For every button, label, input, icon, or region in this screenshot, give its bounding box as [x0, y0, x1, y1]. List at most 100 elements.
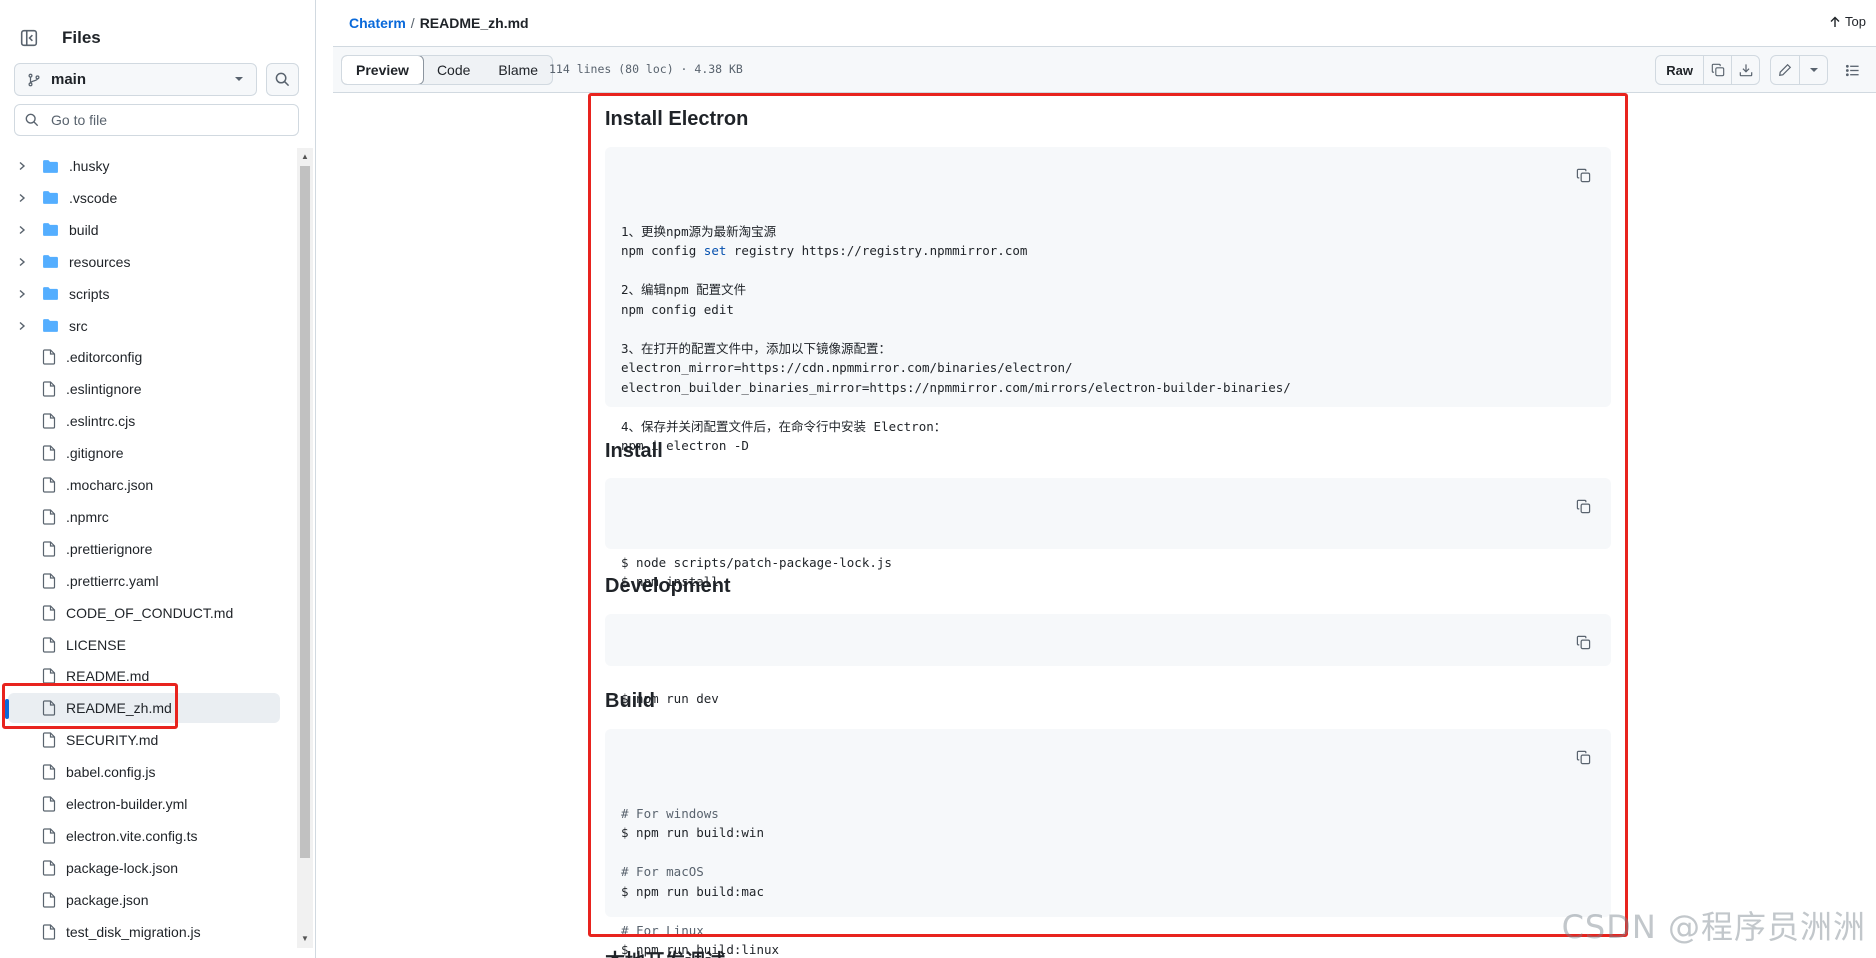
download-icon: [1739, 64, 1752, 77]
tree-file-item[interactable]: .eslintrc.cjs: [8, 406, 280, 436]
tab-blame[interactable]: Blame: [484, 56, 552, 84]
tree-item-label: .prettierrc.yaml: [66, 572, 159, 589]
tree-file-item[interactable]: SECURITY.md: [8, 725, 280, 755]
tree-folder-item[interactable]: src: [8, 311, 280, 341]
go-to-file-box[interactable]: [14, 104, 299, 136]
code-line: $ npm run build:win: [621, 825, 764, 840]
code-block: $ node scripts/patch-package-lock.js $ np…: [605, 478, 1611, 589]
file-icon: [42, 349, 56, 365]
code-block: $ npm run dev: [605, 614, 1611, 706]
tree-item-label: .editorconfig: [66, 349, 143, 366]
file-icon: [42, 923, 56, 940]
tree-file-item[interactable]: .eslintignore: [8, 374, 280, 404]
search-icon: [275, 72, 290, 87]
chevron-right-icon[interactable]: [14, 321, 30, 331]
tab-preview[interactable]: Preview: [342, 56, 424, 84]
tab-code[interactable]: Code: [423, 56, 484, 84]
tree-folder-item[interactable]: resources: [8, 247, 280, 277]
folder-icon: [42, 318, 59, 333]
tree-file-item[interactable]: electron-builder.yml: [8, 789, 280, 819]
file-toolbar: Preview Code Blame 114 lines (80 loc) · …: [333, 46, 1876, 93]
chevron-right-icon[interactable]: [14, 289, 30, 299]
scrollbar-thumb[interactable]: [300, 166, 310, 858]
file-icon: [42, 477, 56, 493]
tree-item-label: .gitignore: [66, 445, 124, 462]
tree-file-item[interactable]: package.json: [8, 885, 280, 915]
scroll-up-icon[interactable]: ▲: [301, 152, 309, 161]
file-icon: [42, 381, 56, 397]
tree-file-item[interactable]: .mocharc.json: [8, 470, 280, 500]
file-icon: [42, 700, 56, 716]
tree-folder-item[interactable]: .husky: [8, 151, 280, 181]
tree-file-item[interactable]: CODE_OF_CONDUCT.md: [8, 598, 280, 628]
tree-file-item[interactable]: .prettierignore: [8, 534, 280, 564]
tree-item-label: package-lock.json: [66, 859, 179, 876]
pencil-icon: [1779, 63, 1792, 76]
branch-selector-button[interactable]: main: [14, 63, 257, 96]
outline-button[interactable]: [1838, 56, 1866, 84]
raw-actions-group: Raw: [1655, 55, 1760, 85]
tree-item-label: scripts: [69, 285, 110, 302]
chevron-right-icon[interactable]: [14, 225, 30, 235]
tree-file-item[interactable]: .prettierrc.yaml: [8, 566, 280, 596]
tree-file-item[interactable]: .gitignore: [8, 438, 280, 468]
code-line: npm config set registry https://registry…: [621, 243, 1028, 258]
tree-item-label: .mocharc.json: [66, 477, 154, 493]
scroll-down-icon[interactable]: ▼: [301, 934, 309, 943]
tree-file-item[interactable]: .editorconfig: [8, 342, 280, 372]
copy-raw-button[interactable]: [1703, 56, 1731, 84]
file-actions: Raw: [1655, 55, 1866, 85]
chevron-right-icon[interactable]: [14, 161, 30, 171]
raw-button[interactable]: Raw: [1656, 56, 1703, 84]
watermark: CSDN @程序员洲洲: [1561, 908, 1866, 946]
tree-item-label: README_zh.md: [66, 700, 172, 717]
tree-item-label: .eslintignore: [66, 381, 142, 398]
file-info: 114 lines (80 loc) · 4.38 KB: [549, 62, 743, 76]
tree-item-label: README.md: [66, 668, 150, 685]
copy-code-button[interactable]: [1569, 628, 1597, 656]
download-button[interactable]: [1731, 56, 1759, 84]
top-link[interactable]: Top: [1829, 14, 1866, 29]
edit-actions-group: [1770, 55, 1828, 85]
copy-code-button[interactable]: [1569, 492, 1597, 520]
tree-item-label: .husky: [69, 158, 110, 174]
tree-item-label: .eslintrc.cjs: [66, 413, 136, 430]
copy-code-button[interactable]: [1569, 161, 1597, 189]
copy-code-button[interactable]: [1569, 743, 1597, 771]
code-line: 4、保存并关闭配置文件后，在命令行中安装 Electron：: [621, 418, 947, 434]
section-heading: Install Electron: [605, 108, 749, 130]
tree-folder-item[interactable]: build: [8, 215, 280, 245]
section-heading: Build: [605, 690, 655, 712]
chevron-right-icon[interactable]: [14, 193, 30, 203]
tree-file-item[interactable]: LICENSE: [8, 630, 280, 660]
tree-item-label: LICENSE: [66, 636, 126, 653]
tree-folder-item[interactable]: scripts: [8, 279, 280, 309]
tree-file-item[interactable]: babel.config.js: [8, 757, 280, 787]
folder-icon: [42, 159, 59, 174]
go-to-file-input[interactable]: [49, 111, 283, 129]
tree-item-label: src: [69, 317, 88, 334]
file-icon: [42, 445, 56, 461]
tree-item-label: electron-builder.yml: [66, 796, 188, 812]
tree-file-item[interactable]: package-lock.json: [8, 853, 280, 883]
collapse-sidebar-button[interactable]: [12, 21, 46, 55]
code-line: $ npm run dev: [621, 690, 719, 706]
chevron-right-icon[interactable]: [14, 257, 30, 267]
chevron-down-icon: [234, 71, 244, 89]
breadcrumb-repo-link[interactable]: Chaterm: [349, 15, 406, 31]
edit-options-button[interactable]: [1799, 56, 1827, 84]
tree-file-item[interactable]: README.md: [8, 661, 280, 691]
tree-item-label: electron.vite.config.ts: [66, 827, 198, 844]
tree-file-item[interactable]: test_disk_migration.js: [8, 917, 280, 947]
edit-file-button[interactable]: [1771, 56, 1799, 84]
tree-file-item[interactable]: .npmrc: [8, 502, 280, 532]
view-mode-tabs: Preview Code Blame: [341, 55, 554, 85]
tree-file-item[interactable]: README_zh.md: [5, 693, 280, 724]
search-files-button[interactable]: [266, 63, 299, 96]
partially-visible-heading: 本地开发调试: [605, 945, 725, 958]
sidebar-scrollbar[interactable]: ▲ ▼: [297, 148, 313, 948]
tree-file-item[interactable]: electron.vite.config.ts: [8, 821, 280, 851]
tree-folder-item[interactable]: .vscode: [8, 183, 280, 213]
code-line: 1、更换npm源为最新淘宝源: [621, 223, 777, 239]
